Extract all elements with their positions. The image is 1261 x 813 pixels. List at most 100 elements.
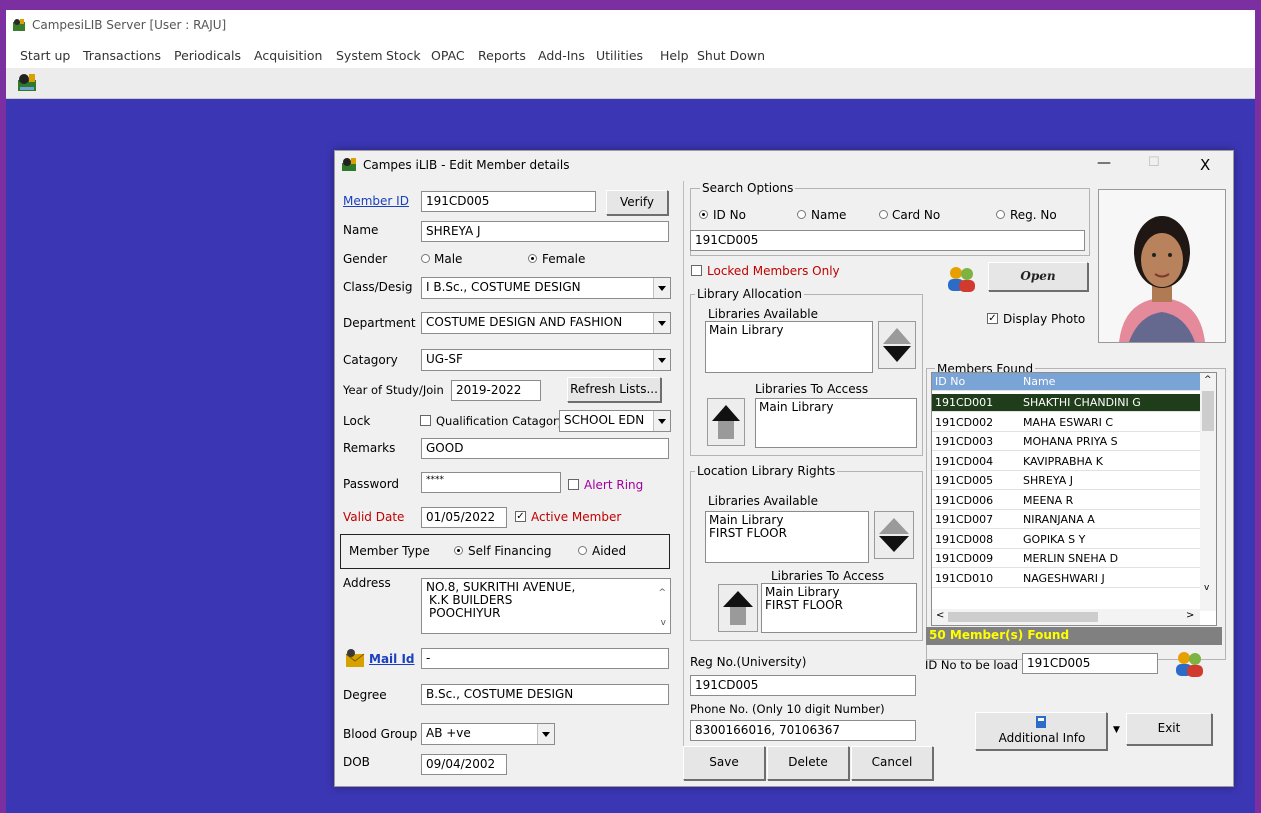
reg-no-field[interactable]: 191CD005 xyxy=(690,675,916,696)
valid-date-field[interactable]: 01/05/2022 xyxy=(421,507,507,528)
scroll-up-icon[interactable]: ^ xyxy=(1204,375,1212,385)
verify-button[interactable]: Verify xyxy=(606,190,668,215)
menu-acquisition[interactable]: Acquisition xyxy=(254,48,322,63)
qualification-select[interactable]: SCHOOL EDN xyxy=(559,410,671,432)
exit-button[interactable]: Exit xyxy=(1126,713,1212,745)
table-row[interactable]: 191CD004 KAVIPRABHA K xyxy=(932,453,1200,471)
mail-id-label[interactable]: Mail Id xyxy=(369,652,415,666)
menu-transactions[interactable]: Transactions xyxy=(83,48,161,63)
name-label: Name xyxy=(343,223,379,237)
table-row[interactable]: 191CD007 NIRANJANA A xyxy=(932,511,1200,529)
remarks-field[interactable]: GOOD xyxy=(421,438,669,459)
members-table[interactable]: ID No Name 191CD001 SHAKTHI CHANDINI G 19… xyxy=(931,372,1217,626)
class-select[interactable]: I B.Sc., COSTUME DESIGN xyxy=(421,277,671,299)
cancel-button[interactable]: Cancel xyxy=(851,746,933,780)
password-field[interactable]: **** xyxy=(421,472,561,493)
maximize-button[interactable]: ☐ xyxy=(1148,155,1160,170)
name-field[interactable]: SHREYA J xyxy=(421,221,669,242)
locked-members-checkbox[interactable] xyxy=(691,265,702,276)
display-photo-checkbox[interactable]: ✓ xyxy=(987,313,998,324)
alert-ring-checkbox[interactable] xyxy=(568,479,579,490)
scroll-left-icon[interactable]: < xyxy=(936,610,944,621)
gender-female-radio[interactable] xyxy=(528,254,537,263)
vertical-scrollbar[interactable]: ^ v xyxy=(1200,373,1216,611)
horizontal-scrollbar[interactable]: < > xyxy=(932,609,1200,625)
active-member-checkbox[interactable]: ✓ xyxy=(515,511,526,522)
table-row[interactable]: 191CD005 SHREYA J xyxy=(932,472,1200,490)
home-logo-icon[interactable] xyxy=(16,72,38,94)
loc-move-down-button[interactable] xyxy=(874,511,914,559)
scroll-down-icon[interactable]: v xyxy=(1204,583,1209,593)
lib-available-item[interactable]: Main Library xyxy=(709,324,869,337)
year-field[interactable]: 2019-2022 xyxy=(451,380,541,401)
table-row[interactable]: 191CD001 SHAKTHI CHANDINI G xyxy=(932,394,1200,412)
move-down-button[interactable] xyxy=(878,321,916,369)
menu-addins[interactable]: Add-Ins xyxy=(538,48,585,63)
delete-button[interactable]: Delete xyxy=(767,746,849,780)
scroll-thumb[interactable] xyxy=(1202,391,1214,431)
menu-stock[interactable]: Stock xyxy=(386,48,421,63)
loc-available-list[interactable]: Main Library FIRST FLOOR xyxy=(705,511,869,563)
table-row[interactable]: 191CD008 GOPIKA S Y xyxy=(932,531,1200,549)
minimize-button[interactable]: — xyxy=(1097,155,1111,171)
menu-system[interactable]: System xyxy=(336,48,383,63)
menu-shutdown[interactable]: Shut Down xyxy=(697,48,765,63)
additional-info-dropdown[interactable]: ▼ xyxy=(1113,725,1120,735)
open-button[interactable]: Open xyxy=(988,262,1088,291)
save-button[interactable]: Save xyxy=(683,746,765,780)
blood-group-select[interactable]: AB +ve xyxy=(421,723,555,745)
load-users-icon[interactable] xyxy=(1173,651,1205,677)
scroll-right-icon[interactable]: > xyxy=(1186,610,1194,621)
col-name-header[interactable]: Name xyxy=(1023,373,1055,390)
table-row[interactable]: 191CD010 NAGESHWARI J xyxy=(932,570,1200,588)
lib-access-list[interactable]: Main Library xyxy=(755,398,917,448)
close-button[interactable]: X xyxy=(1200,156,1210,174)
row-name: SHAKTHI CHANDINI G xyxy=(1023,396,1141,409)
search-id-radio[interactable] xyxy=(699,210,708,219)
lib-access-item[interactable]: Main Library xyxy=(759,401,913,414)
phone-field[interactable]: 8300166016, 70106367 xyxy=(690,720,916,741)
move-up-button[interactable] xyxy=(707,398,745,446)
loc-move-up-button[interactable] xyxy=(718,584,758,632)
search-name-radio[interactable] xyxy=(797,210,806,219)
loc-access-list[interactable]: Main Library FIRST FLOOR xyxy=(761,583,917,633)
row-id: 191CD009 xyxy=(935,552,994,565)
toolbar xyxy=(6,68,1255,99)
qualification-label: Qualification Catagory xyxy=(436,414,565,428)
scroll-down-icon[interactable]: v xyxy=(661,617,666,630)
lib-available-list[interactable]: Main Library xyxy=(705,321,873,373)
search-regno-radio[interactable] xyxy=(996,210,1005,219)
row-name: MOHANA PRIYA S xyxy=(1023,435,1118,448)
menu-opac[interactable]: OPAC xyxy=(431,48,465,63)
table-row[interactable]: 191CD006 MEENA R xyxy=(932,492,1200,510)
table-row[interactable]: 191CD002 MAHA ESWARI C xyxy=(932,414,1200,432)
scroll-thumb-horizontal[interactable] xyxy=(948,612,1098,622)
additional-info-button[interactable]: Additional Info xyxy=(975,712,1107,750)
aided-radio[interactable] xyxy=(578,546,587,555)
loc-available-item-2[interactable]: FIRST FLOOR xyxy=(709,527,865,540)
department-select[interactable]: COSTUME DESIGN AND FASHION xyxy=(421,312,671,334)
search-input[interactable]: 191CD005 xyxy=(690,230,1085,251)
table-row[interactable]: 191CD009 MERLIN SNEHA D xyxy=(932,550,1200,568)
menu-help[interactable]: Help xyxy=(660,48,689,63)
table-row[interactable]: 191CD003 MOHANA PRIYA S xyxy=(932,433,1200,451)
scroll-up-icon[interactable]: ^ xyxy=(658,587,666,600)
menu-periodicals[interactable]: Periodicals xyxy=(174,48,241,63)
address-field[interactable]: NO.8, SUKRITHI AVENUE, K.K BUILDERS POOC… xyxy=(421,578,671,634)
qualification-checkbox[interactable] xyxy=(420,415,431,426)
gender-male-radio[interactable] xyxy=(421,254,430,263)
id-to-load-field[interactable]: 191CD005 xyxy=(1022,653,1158,674)
self-financing-radio[interactable] xyxy=(454,546,463,555)
search-cardno-radio[interactable] xyxy=(879,210,888,219)
mail-id-field[interactable]: - xyxy=(421,648,669,669)
menu-startup[interactable]: Start up xyxy=(20,48,70,63)
loc-access-item-2[interactable]: FIRST FLOOR xyxy=(765,599,913,612)
menu-reports[interactable]: Reports xyxy=(478,48,526,63)
col-id-header[interactable]: ID No xyxy=(935,373,965,390)
dob-field[interactable]: 09/04/2002 xyxy=(421,754,507,775)
member-id-field[interactable]: 191CD005 xyxy=(421,191,596,212)
menu-utilities[interactable]: Utilities xyxy=(596,48,643,63)
degree-field[interactable]: B.Sc., COSTUME DESIGN xyxy=(421,684,669,705)
category-select[interactable]: UG-SF xyxy=(421,349,671,371)
refresh-lists-button[interactable]: Refresh Lists... xyxy=(567,377,661,402)
